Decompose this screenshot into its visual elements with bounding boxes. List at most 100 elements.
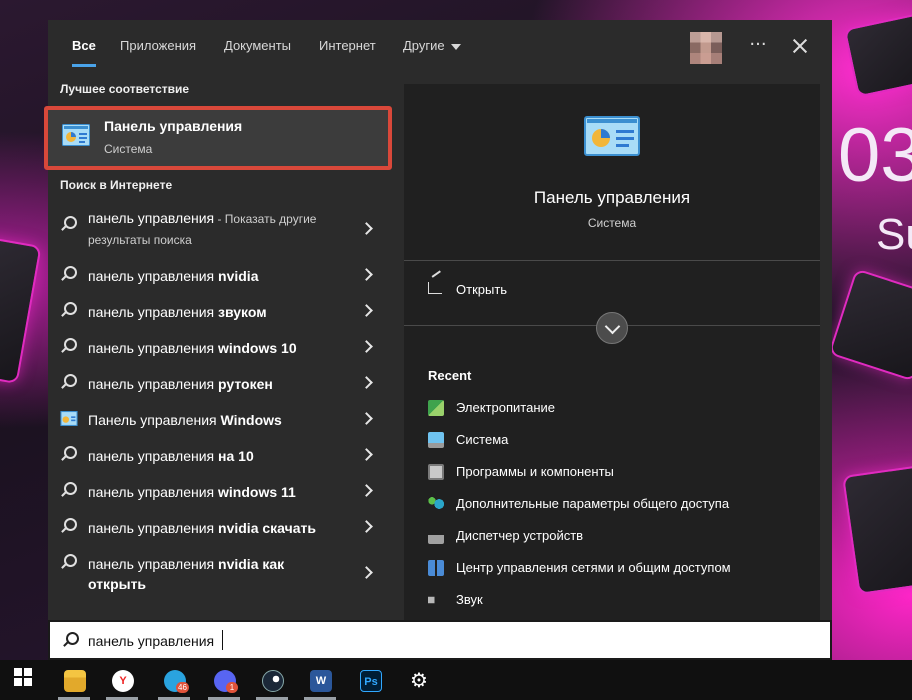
preview-subtitle: Система [587, 216, 637, 230]
search-icon [62, 632, 79, 648]
tab-all[interactable]: Все [72, 38, 96, 53]
search-icon [60, 518, 77, 534]
chevron-right-icon [360, 222, 373, 235]
preview-title: Панель управления [533, 188, 691, 207]
user-avatar[interactable] [690, 32, 722, 64]
windows-logo-icon [14, 668, 32, 686]
search-box [48, 620, 832, 660]
tab-apps[interactable]: Приложения [120, 38, 196, 53]
open-action[interactable]: Открыть [404, 270, 820, 310]
speaker-icon [428, 592, 440, 608]
recent-item-label: Центр управления сетями и общим доступом [456, 560, 731, 575]
recent-item-sharing[interactable]: Дополнительные параметры общего доступа [404, 490, 820, 522]
web-result-item[interactable]: панель управления рутокен [48, 364, 390, 400]
web-result-item[interactable]: Панель управления Windows [48, 400, 390, 436]
chevron-right-icon [360, 304, 373, 317]
filter-tabs-bar: Все Приложения Документы Интернет Другие… [48, 20, 832, 72]
tab-internet[interactable]: Интернет [319, 38, 376, 53]
web-result-item[interactable]: панель управления windows 10 [48, 328, 390, 364]
open-label: Открыть [456, 282, 508, 297]
wallpaper-text-small: Su [876, 210, 912, 259]
photoshop-icon: Ps [360, 670, 382, 692]
best-match-title: Панель управления [104, 118, 243, 134]
taskbar-telegram[interactable]: 46 [154, 666, 194, 700]
wallpaper-text-big: 03 [838, 113, 912, 198]
search-icon [60, 374, 77, 390]
chevron-down-icon [450, 43, 461, 50]
result-text: панель управления [88, 376, 219, 392]
open-external-icon [428, 282, 442, 294]
web-result-item[interactable]: панель управления nvidia скачать [48, 508, 390, 544]
more-options-button[interactable]: ··· [748, 34, 768, 58]
expand-chevron-down-icon[interactable] [596, 312, 628, 344]
recent-item-device-manager[interactable]: Диспетчер устройств [404, 522, 820, 554]
taskbar-file-explorer[interactable] [54, 666, 94, 700]
tab-more-label: Другие [403, 38, 445, 53]
result-text: панель управления [88, 268, 219, 284]
programs-icon [428, 464, 444, 480]
yandex-browser-icon: Y [112, 670, 134, 692]
search-icon [60, 554, 77, 570]
taskbar-discord[interactable]: 1 [204, 666, 244, 700]
result-bold-text: nvidia скачать [218, 520, 316, 536]
taskbar-word[interactable]: W [300, 666, 340, 700]
notification-badge: 1 [226, 682, 238, 693]
close-icon[interactable] [788, 34, 812, 58]
tab-more[interactable]: Другие [403, 38, 461, 53]
web-result-item[interactable]: панель управления звуком [48, 292, 390, 328]
taskbar-yandex-browser[interactable]: Y [102, 666, 142, 700]
control-panel-icon [62, 124, 90, 146]
recent-item-programs[interactable]: Программы и компоненты [404, 458, 820, 490]
search-icon [60, 216, 77, 232]
recent-item-label: Звук [456, 592, 483, 607]
preview-panel: Панель управления Система Открыть Recent… [404, 84, 820, 620]
best-match-heading: Лучшее соответствие [60, 82, 190, 96]
file-explorer-icon [64, 670, 86, 692]
settings-gear-icon: ⚙ [410, 670, 428, 692]
start-button[interactable] [0, 660, 46, 700]
result-text: панель управления [88, 520, 219, 536]
recent-item-sound[interactable]: Звук [404, 586, 820, 618]
result-bold-text: Windows [220, 412, 282, 428]
search-icon [60, 266, 77, 282]
recent-item-network-center[interactable]: Центр управления сетями и общим доступом [404, 554, 820, 586]
recent-item-system[interactable]: Система [404, 426, 820, 458]
recent-item-power[interactable]: Электропитание [404, 394, 820, 426]
steam-icon [262, 670, 284, 692]
result-bold-text: nvidia [218, 268, 259, 284]
chevron-right-icon [360, 340, 373, 353]
web-result-item[interactable]: панель управления nvidia как открыть [48, 544, 390, 592]
sharing-icon [428, 496, 444, 512]
result-text: панель управления [88, 340, 219, 356]
active-tab-indicator [72, 64, 96, 67]
web-result-item[interactable]: панель управления - Показать другие резу… [48, 206, 390, 254]
chevron-right-icon [360, 412, 373, 425]
taskbar-settings[interactable]: ⚙ [398, 666, 438, 700]
result-bold-text: windows 10 [218, 340, 297, 356]
search-icon [60, 302, 77, 318]
recent-item-label: Дополнительные параметры общего доступа [456, 496, 730, 511]
result-text: панель управления [88, 448, 219, 464]
search-icon [60, 446, 77, 462]
recent-heading: Recent [428, 368, 472, 383]
search-input[interactable] [88, 630, 788, 652]
best-match-subtitle: Система [104, 142, 153, 156]
recent-item-label: Система [456, 432, 509, 447]
web-result-item[interactable]: панель управления windows 11 [48, 472, 390, 508]
chevron-right-icon [360, 566, 373, 579]
chevron-right-icon [360, 448, 373, 461]
best-match-item[interactable]: Панель управления Система [48, 110, 390, 168]
chevron-right-icon [360, 268, 373, 281]
result-bold-text: звуком [218, 304, 267, 320]
web-result-item[interactable]: панель управления nvidia [48, 256, 390, 292]
tab-documents[interactable]: Документы [224, 38, 291, 53]
web-result-item[interactable]: панель управления на 10 [48, 436, 390, 472]
search-menu: Все Приложения Документы Интернет Другие… [44, 20, 832, 660]
result-text: панель управления [88, 556, 219, 572]
text-caret [222, 630, 223, 650]
word-icon: W [310, 670, 332, 692]
network-center-icon [428, 560, 444, 576]
taskbar-photoshop[interactable]: Ps [350, 666, 390, 700]
taskbar-steam[interactable] [252, 666, 292, 700]
chevron-right-icon [360, 484, 373, 497]
